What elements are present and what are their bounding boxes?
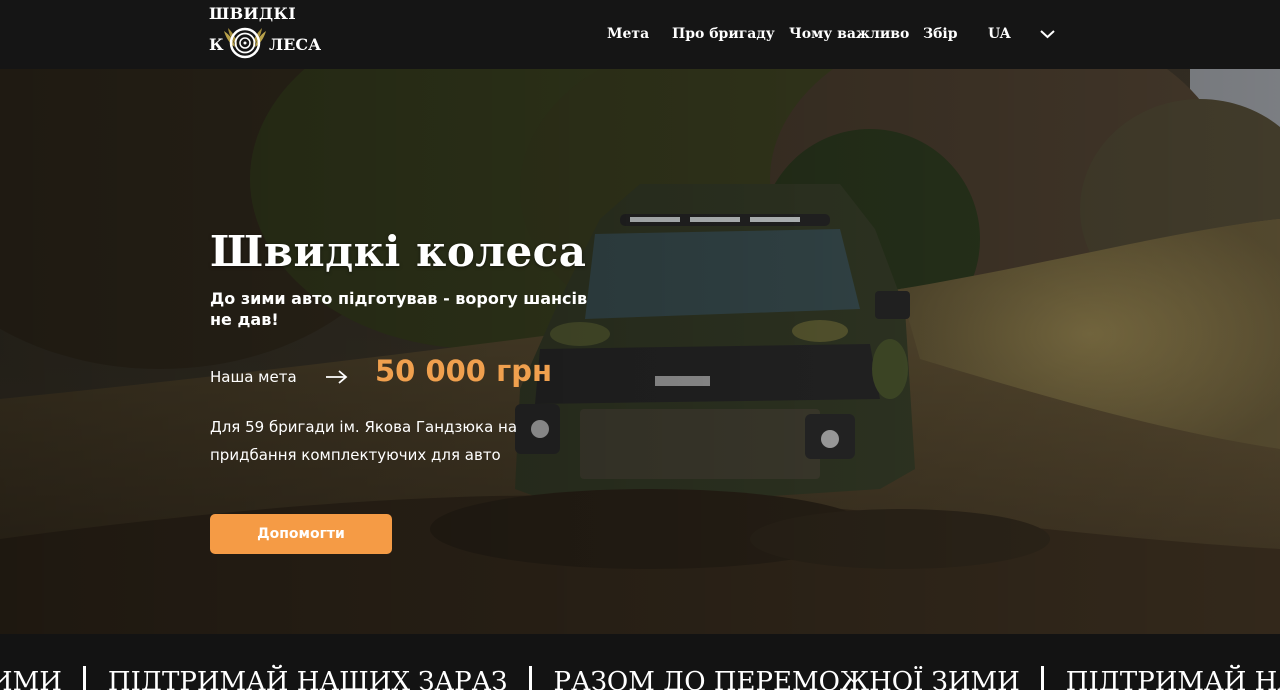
marquee-track: ЖНОЇ ЗИМИ ПІДТРИМАЙ НАШИХ ЗАРАЗ РАЗОМ ДО П… [0, 666, 1280, 690]
hero-overlay [0, 69, 1280, 634]
marquee-item: ПІДТРИМАЙ НАШИХ ЗАРАЗ [107, 667, 508, 690]
arrow-right-icon [326, 370, 348, 384]
hero-title: Швидкі колеса [210, 227, 587, 276]
marquee-ticker: ЖНОЇ ЗИМИ ПІДТРИМАЙ НАШИХ ЗАРАЗ РАЗОМ ДО П… [0, 634, 1280, 690]
marquee-item: РАЗОМ ДО ПЕРЕМОЖНОЇ ЗИМИ [553, 667, 1020, 690]
marquee-separator [528, 666, 532, 690]
marquee-item: ЖНОЇ ЗИМИ [0, 667, 62, 690]
help-button[interactable]: Допомогти [210, 514, 392, 554]
language-selector[interactable]: UA [988, 26, 1011, 42]
main-nav: Мета Про бригаду Чому важливо Збір UA [0, 26, 1280, 46]
marquee-separator [82, 666, 86, 690]
hero-subtitle: До зими авто підготував - ворогу шансів … [210, 289, 588, 329]
hero-description: Для 59 бригади ім. Якова Гандзюка на при… [210, 418, 518, 464]
logo-text-top: ШВИДКІ [209, 4, 296, 23]
marquee-separator [1040, 666, 1044, 690]
chevron-down-icon[interactable] [1040, 28, 1055, 40]
nav-item-why-important[interactable]: Чому важливо [789, 26, 909, 42]
marquee-item: ПІДТРИМАЙ НАШИХ [1065, 667, 1280, 690]
nav-item-goal[interactable]: Мета [607, 26, 649, 42]
nav-item-about-brigade[interactable]: Про бригаду [672, 26, 775, 42]
nav-item-fundraising[interactable]: Збір [923, 26, 958, 42]
goal-amount: 50 000 грн [375, 354, 553, 388]
hero-section: Швидкі колеса До зими авто підготував - … [0, 69, 1280, 634]
goal-label: Наша мета [210, 368, 297, 386]
site-header: ШВИДКІ К ЛЕСА Мета Про бригаду Чому важл… [0, 0, 1280, 69]
